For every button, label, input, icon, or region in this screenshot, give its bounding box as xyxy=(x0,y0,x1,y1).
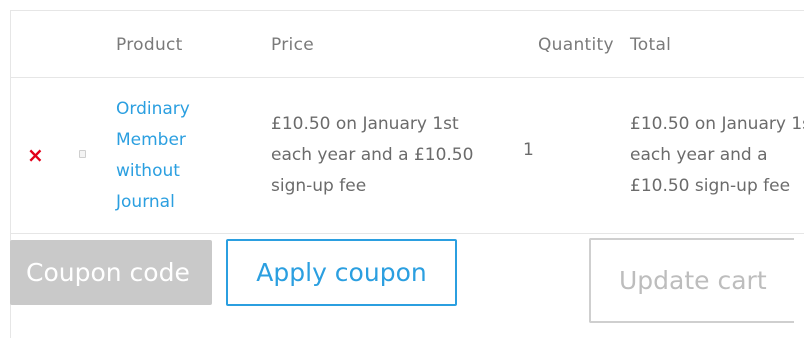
cart-item-row: × Ordinary Member without Journal £10.50… xyxy=(11,77,804,234)
remove-item-button[interactable]: × xyxy=(27,145,44,165)
product-name-link[interactable]: Ordinary Member without Journal xyxy=(116,94,226,218)
header-quantity: Quantity xyxy=(538,35,614,55)
header-price: Price xyxy=(271,35,314,55)
item-total: £10.50 on January 1st each year and a £1… xyxy=(630,114,804,196)
update-cart-button[interactable]: Update cart xyxy=(589,238,794,323)
apply-coupon-button[interactable]: Apply coupon xyxy=(226,239,457,306)
cart-table-header: Product Price Quantity Total xyxy=(11,11,804,78)
header-product: Product xyxy=(116,35,183,55)
image-placeholder-icon xyxy=(79,150,86,158)
close-icon: × xyxy=(27,143,44,167)
item-quantity: 1 xyxy=(523,140,534,160)
coupon-code-input[interactable] xyxy=(10,240,212,305)
item-price: £10.50 on January 1st each year and a £1… xyxy=(271,114,474,196)
header-total: Total xyxy=(630,35,672,55)
